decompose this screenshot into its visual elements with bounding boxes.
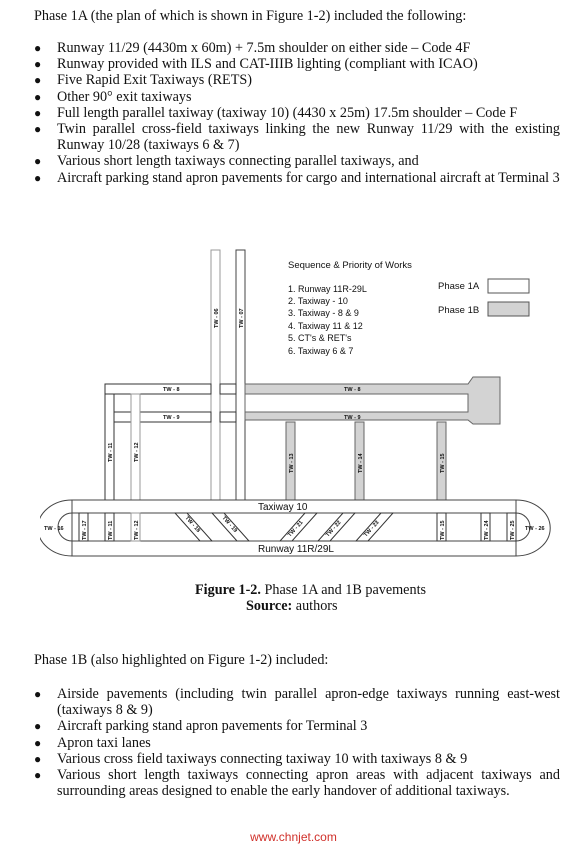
list-item: ● Various short length taxiways connectin… [34, 153, 419, 170]
bullet-icon: ● [34, 122, 42, 137]
label-tw-11-exit: TW - 11 [108, 521, 114, 540]
sequence-item: 6. Taxiway 6 & 7 [288, 346, 353, 356]
bullet-icon: ● [34, 41, 42, 55]
list-item: ● Five Rapid Exit Taxiways (RETS) [34, 72, 252, 89]
phase-1b-intro: Phase 1B (also highlighted on Figure 1-2… [34, 652, 329, 668]
bullet-icon: ● [34, 89, 42, 104]
list-item: ● Runway 11/29 (4430m x 60m) + 7.5m shoul… [34, 40, 471, 56]
list-item: ● Aircraft parking stand apron pavements … [34, 718, 368, 735]
list-item: ● Various cross field taxiways connecting… [34, 750, 468, 767]
phase-1b-list: ● Airside pavements (including twin paral… [0, 686, 587, 799]
sequence-item: 3. Taxiway - 8 & 9 [288, 308, 359, 318]
label-tw-12: TW - 12 [134, 442, 140, 462]
legend-title: Sequence & Priority of Works [288, 260, 412, 271]
legend-phase-1a-label: Phase 1A [438, 281, 480, 292]
bullet-icon: ● [34, 719, 42, 734]
list-item: ● Other 90° exit taxiways [34, 88, 192, 105]
bullet-icon: ● [34, 768, 42, 783]
label-tw-17: TW - 17 [82, 520, 88, 540]
sequence-item: 5. CT's & RET's [288, 333, 352, 343]
figure-caption: Figure 1-2. Phase 1A and 1B pavements [195, 582, 427, 598]
label-taxiway-10: Taxiway 10 [258, 502, 308, 513]
taxiway-08-west [104, 383, 212, 395]
sequence-item: 1. Runway 11R-29L [288, 284, 367, 294]
list-item: ● Apron taxi lanes [34, 734, 151, 751]
bullet-icon: ● [34, 170, 42, 185]
label-tw-15: TW - 15 [440, 453, 446, 473]
airfield-layout-diagram: Sequence & Priority of Works 1. Runway 1… [40, 249, 551, 557]
taxiway-07 [235, 249, 246, 501]
label-tw-16: TW - 16 [44, 526, 64, 532]
apron-inner-gap [244, 393, 469, 413]
list-item: ● Aircraft parking stand apron pavements … [34, 169, 560, 186]
label-tw-07: TW - 07 [239, 308, 245, 328]
phase-1a-intro: Phase 1A (the plan of which is shown in … [34, 8, 467, 24]
label-tw-8-east: TW - 8 [344, 387, 361, 393]
list-item: ● Various short length taxiways connectin… [34, 767, 560, 800]
bullet-icon: ● [34, 687, 42, 701]
label-tw-9-west: TW - 9 [163, 415, 180, 421]
bullet-icon: ● [34, 57, 42, 72]
bullet-icon: ● [34, 73, 42, 88]
watermark: www.chnjet.com [250, 830, 337, 844]
label-tw-9-east: TW - 9 [344, 415, 361, 421]
legend-phase-1a-swatch [487, 278, 530, 294]
taxiway-09-link [219, 411, 237, 423]
label-tw-11: TW - 11 [108, 443, 114, 462]
label-tw-15-exit: TW - 15 [440, 520, 446, 540]
label-runway: Runway 11R/29L [258, 544, 334, 555]
label-tw-8-west: TW - 8 [163, 387, 180, 393]
figure-source: Source: authors [246, 598, 338, 614]
sequence-item: 2. Taxiway - 10 [288, 296, 348, 306]
legend-phase-1b-label: Phase 1B [438, 305, 479, 316]
label-tw-24: TW - 24 [484, 520, 490, 540]
label-tw-26: TW - 26 [525, 526, 545, 532]
bullet-icon: ● [34, 105, 42, 120]
label-tw-25: TW - 25 [510, 520, 516, 540]
bullet-icon: ● [34, 735, 42, 750]
bullet-icon: ● [34, 154, 42, 169]
label-tw-06: TW - 06 [214, 308, 220, 328]
label-tw-13: TW - 13 [289, 453, 295, 473]
legend-phase-1b-swatch [487, 301, 530, 317]
list-item: ● Runway provided with ILS and CAT-IIIB l… [34, 56, 478, 73]
list-item: ● Airside pavements (including twin paral… [34, 686, 560, 719]
phase-1a-list: ● Runway 11/29 (4430m x 60m) + 7.5m shoul… [0, 40, 587, 186]
label-tw-12-exit: TW - 12 [134, 520, 140, 540]
bullet-icon: ● [34, 751, 42, 766]
taxiway-06 [210, 249, 221, 501]
sequence-item: 4. Taxiway 11 & 12 [288, 321, 363, 331]
list-item: ● Twin parallel cross-field taxiways link… [34, 121, 560, 154]
label-tw-14: TW - 14 [358, 453, 364, 473]
taxiway-08-link [219, 383, 237, 395]
list-item: ● Full length parallel taxiway (taxiway 1… [34, 104, 518, 121]
